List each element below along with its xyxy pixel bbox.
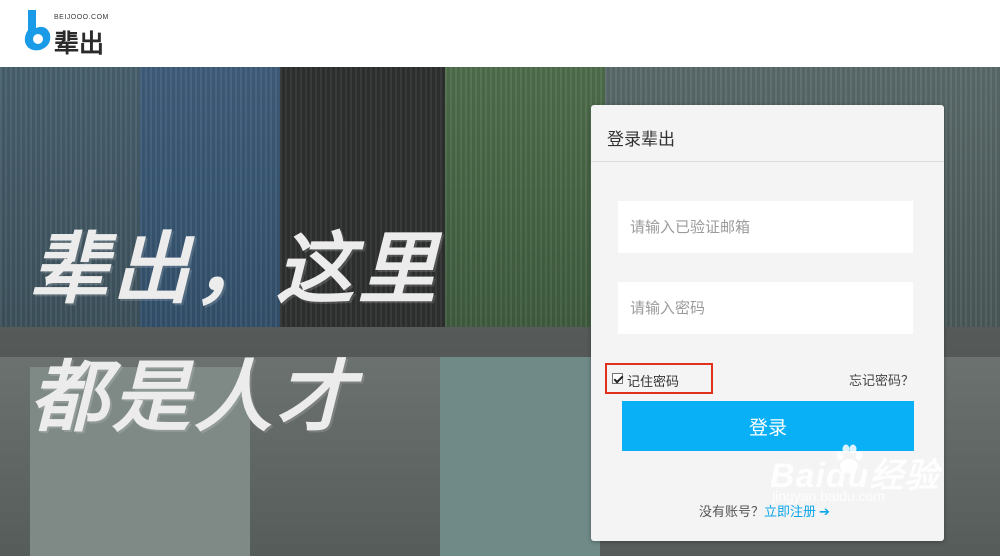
arrow-right-icon[interactable]: ➔ [819, 505, 830, 520]
login-title: 登录辈出 [607, 130, 675, 150]
email-field[interactable] [618, 201, 913, 253]
watermark-sub: jingyan.baidu.com [772, 488, 885, 504]
divider [591, 161, 944, 162]
logo-tagline: BEIJOOO.COM [54, 14, 109, 21]
remember-password-label[interactable]: 记住密码 [627, 371, 679, 390]
top-bar: BEIJOOO.COM 辈出 [0, 0, 1000, 67]
register-link[interactable]: 立即注册 [764, 505, 816, 520]
baidu-paw-icon [836, 444, 863, 473]
logo-name: 辈出 [54, 29, 105, 58]
password-field[interactable] [618, 282, 913, 334]
remember-password-highlight[interactable]: 记住密码 [605, 363, 713, 394]
beijooo-logo-icon [24, 10, 51, 51]
login-button[interactable]: 登录 [622, 401, 914, 451]
no-account-text: 没有账号？ [699, 505, 765, 520]
hero-slogan-line1: 辈出，这里 [30, 224, 441, 315]
bg-pane [440, 357, 600, 556]
checkbox-checked-icon[interactable] [612, 373, 623, 384]
baidu-watermark: Baidu经验 jingyan.baidu.com [770, 444, 939, 504]
forgot-password-link[interactable]: 忘记密码？ [849, 370, 914, 389]
hero-slogan-line2: 都是人才 [30, 352, 359, 443]
site-logo[interactable]: BEIJOOO.COM 辈出 [22, 8, 122, 58]
